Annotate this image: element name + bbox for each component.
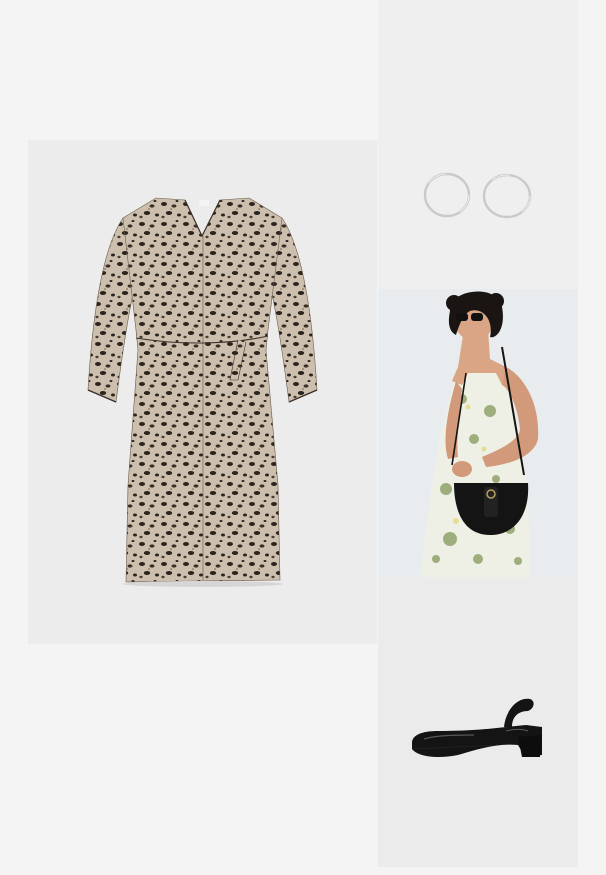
model-with-black-bag-image (378, 289, 578, 577)
outfit-collage (0, 0, 606, 875)
black-slingback-pumps-image (411, 698, 542, 757)
silver-hoop-earrings-image (423, 172, 532, 219)
product-tile-shoes[interactable] (378, 577, 578, 867)
leopard-print-dress-image (87, 197, 318, 587)
product-tile-bag[interactable] (378, 289, 578, 577)
product-tile-dress[interactable] (28, 140, 377, 644)
product-tile-earrings[interactable] (378, 0, 578, 289)
